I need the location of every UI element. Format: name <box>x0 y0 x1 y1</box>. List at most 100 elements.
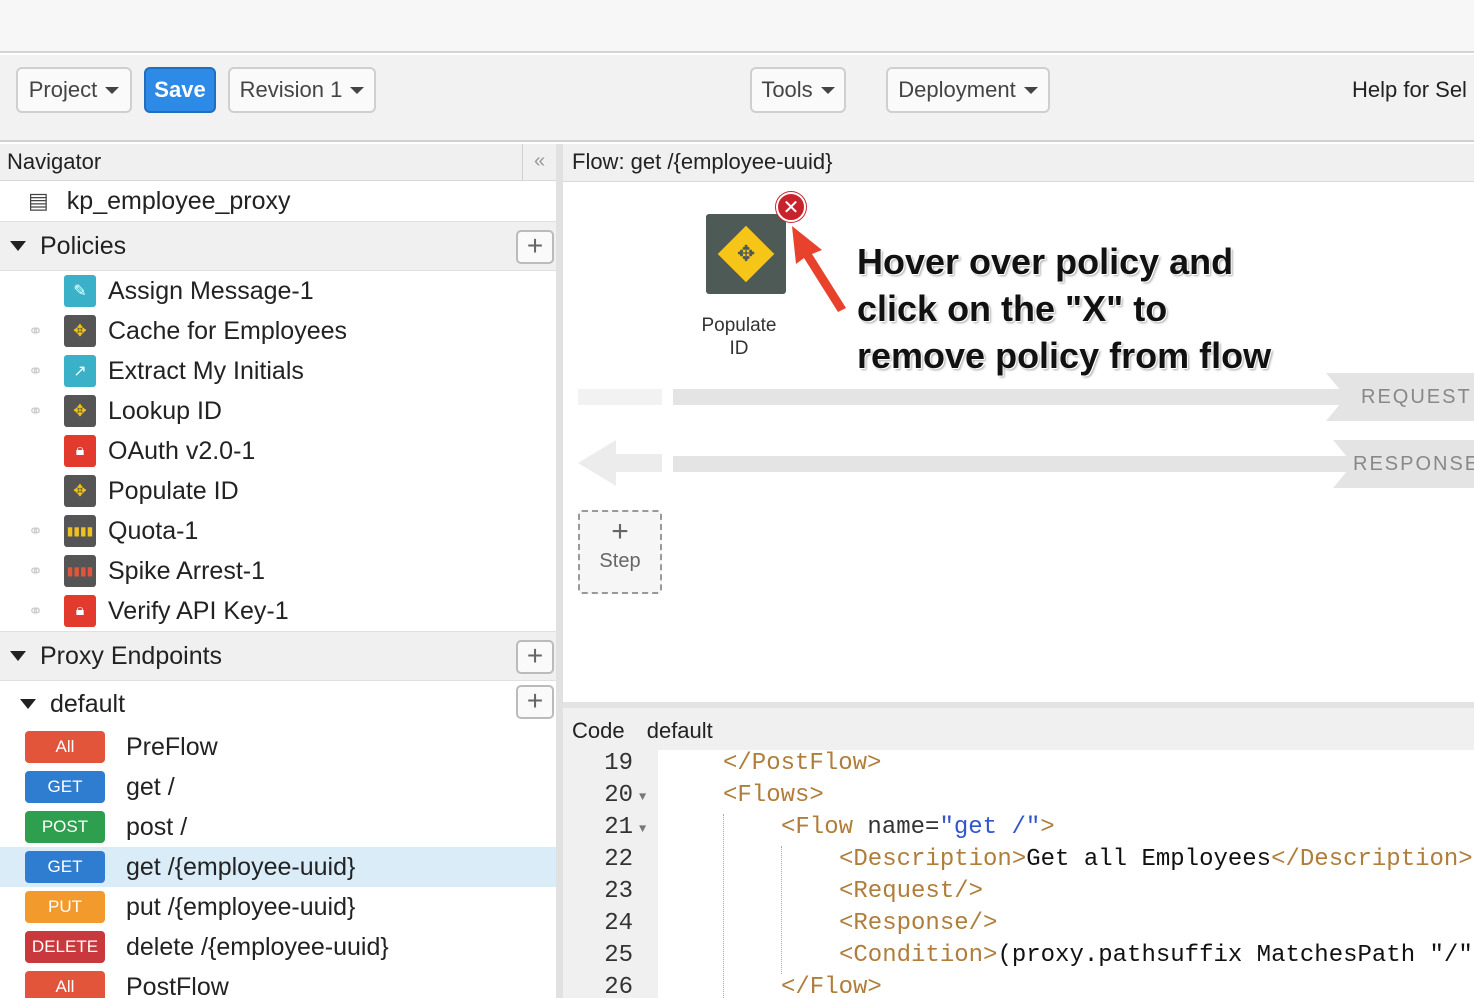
help-link[interactable]: Help for Sel <box>1352 77 1467 103</box>
tools-label: Tools <box>761 77 813 102</box>
code-token: </Description> <box>1271 846 1473 873</box>
lock-icon: 🔒︎ <box>64 435 96 467</box>
flow-item-preflow[interactable]: All PreFlow <box>0 727 556 767</box>
spike-arrest-icon: ▮▮▮▮ <box>64 555 96 587</box>
response-label: RESPONSE <box>1333 440 1474 488</box>
flow-callout-icon: ✥ <box>717 225 775 283</box>
deployment-menu-button[interactable]: Deployment <box>886 67 1050 113</box>
verb-badge: All <box>25 971 105 998</box>
code-line: <Response/> <box>839 910 998 937</box>
flow-label: PreFlow <box>126 732 218 761</box>
proxy-endpoints-section-header[interactable]: Proxy Endpoints + <box>0 631 556 681</box>
code-file-label[interactable]: default <box>647 718 713 743</box>
fold-arrow-icon[interactable]: ▼ <box>639 790 646 804</box>
code-line: <Flows> <box>723 782 824 809</box>
verb-badge: PUT <box>25 891 105 923</box>
policy-item[interactable]: ✎ Assign Message-1 <box>0 271 556 311</box>
chevron-down-icon <box>820 86 835 94</box>
tools-menu-button[interactable]: Tools <box>750 67 846 113</box>
lock-icon: 🔒︎ <box>64 595 96 627</box>
extract-variables-icon: ↗ <box>64 355 96 387</box>
policy-item[interactable]: ⚭ ▮▮▮▮ Spike Arrest-1 <box>0 551 556 591</box>
policy-item[interactable]: ⚭ ✥ Lookup ID <box>0 391 556 431</box>
add-step-button[interactable]: + Step <box>578 510 662 594</box>
proxy-root-item[interactable]: ▤ kp_employee_proxy <box>0 181 556 221</box>
assign-message-icon: ✎ <box>64 275 96 307</box>
policy-step-label-line1: Populate <box>701 315 777 336</box>
policy-name: Verify API Key-1 <box>108 596 289 625</box>
policy-item[interactable]: ⚭ 🔒︎ Verify API Key-1 <box>0 591 556 631</box>
navigator-title: Navigator <box>7 149 102 174</box>
code-token: Get all Employees <box>1026 846 1272 873</box>
line-number: 20 <box>604 782 633 809</box>
pane-splitter[interactable] <box>556 144 563 998</box>
line-number: 24 <box>604 910 633 937</box>
code-token: > <box>1040 814 1055 841</box>
policy-item[interactable]: ✥ Populate ID <box>0 471 556 511</box>
code-line: <Request/> <box>839 878 984 905</box>
flow-editor-pane: Flow: get /{employee-uuid} ✥ ✕ Populate … <box>563 144 1474 998</box>
line-number: 19 <box>604 750 633 777</box>
endpoint-default-header[interactable]: default + <box>0 681 556 727</box>
policy-name: Lookup ID <box>108 396 222 425</box>
fold-arrow-icon[interactable]: ▼ <box>639 822 646 836</box>
flow-callout-icon: ✥ <box>64 475 96 507</box>
policy-name: Assign Message-1 <box>108 276 314 305</box>
collapse-navigator-button[interactable]: « <box>522 144 556 181</box>
remove-policy-close-icon[interactable]: ✕ <box>776 192 806 222</box>
policies-section-header[interactable]: Policies + <box>0 221 556 271</box>
project-menu-label: Project <box>28 77 98 102</box>
save-button[interactable]: Save <box>144 67 216 113</box>
add-flow-button[interactable]: + <box>516 685 554 719</box>
policy-item[interactable]: 🔒︎ OAuth v2.0-1 <box>0 431 556 471</box>
policy-name: Populate ID <box>108 476 239 505</box>
code-tab-label: Code <box>572 718 625 743</box>
flow-item-put-employee[interactable]: PUT put /{employee-uuid} <box>0 887 556 927</box>
flow-item-get-root[interactable]: GET get / <box>0 767 556 807</box>
populate-id-policy-step[interactable]: ✥ <box>706 214 786 294</box>
triangle-down-icon <box>10 241 26 251</box>
chevron-down-icon <box>350 86 365 94</box>
link-icon: ⚭ <box>28 520 44 541</box>
add-policy-button[interactable]: + <box>516 230 554 264</box>
policy-item[interactable]: ⚭ ✥ Cache for Employees <box>0 311 556 351</box>
indent-guide <box>781 846 782 974</box>
flow-item-postflow[interactable]: All PostFlow <box>0 967 556 998</box>
policies-label: Policies <box>40 231 127 260</box>
verb-badge: GET <box>25 851 105 883</box>
flow-item-delete-employee[interactable]: DELETE delete /{employee-uuid} <box>0 927 556 967</box>
flow-label: post / <box>126 812 188 841</box>
flow-callout-icon: ✥ <box>64 315 96 347</box>
revision-menu-button[interactable]: Revision 1 <box>228 67 376 113</box>
policy-item[interactable]: ⚭ ↗ Extract My Initials <box>0 351 556 391</box>
flow-item-post-root[interactable]: POST post / <box>0 807 556 847</box>
proxy-name: kp_employee_proxy <box>66 186 291 215</box>
flow-label: get / <box>126 772 175 801</box>
project-menu-button[interactable]: Project <box>16 67 132 113</box>
response-pipe <box>673 456 1353 472</box>
annotation-text: Hover over policy and click on the "X" t… <box>857 238 1271 379</box>
navigator-panel: Navigator « ▤ kp_employee_proxy Policies… <box>0 144 556 998</box>
flow-label: delete /{employee-uuid} <box>126 932 389 961</box>
flow-item-get-employee[interactable]: GET get /{employee-uuid} <box>0 847 556 887</box>
link-icon: ⚭ <box>28 600 44 621</box>
flow-label: put /{employee-uuid} <box>126 892 356 921</box>
chevron-down-icon <box>105 86 120 94</box>
policy-step-label: Populate ID <box>691 314 787 360</box>
revision-label: Revision 1 <box>239 77 343 102</box>
chevron-down-icon <box>1023 86 1038 94</box>
annotation-arrow-icon <box>792 226 846 312</box>
flow-header: Flow: get /{employee-uuid} <box>563 144 1474 182</box>
link-icon: ⚭ <box>28 360 44 381</box>
annotation-line2: click on the "X" to <box>857 288 1168 329</box>
policy-name: Spike Arrest-1 <box>108 556 266 585</box>
request-label: REQUEST <box>1326 373 1474 421</box>
response-arrow-icon <box>578 440 616 486</box>
code-line: <Description>Get all Employees</Descript… <box>839 846 1473 873</box>
code-token: (proxy.pathsuffix MatchesPath "/" <box>997 942 1473 969</box>
flow-canvas: ✥ ✕ Populate ID Hover over policy and cl… <box>563 182 1474 702</box>
policy-item[interactable]: ⚭ ▮▮▮▮ Quota-1 <box>0 511 556 551</box>
add-proxy-endpoint-button[interactable]: + <box>516 640 554 674</box>
code-editor[interactable]: 19 20 ▼ 21 ▼ 22 23 24 25 26 </PostFlow> … <box>563 750 1474 998</box>
line-number: 25 <box>604 942 633 969</box>
